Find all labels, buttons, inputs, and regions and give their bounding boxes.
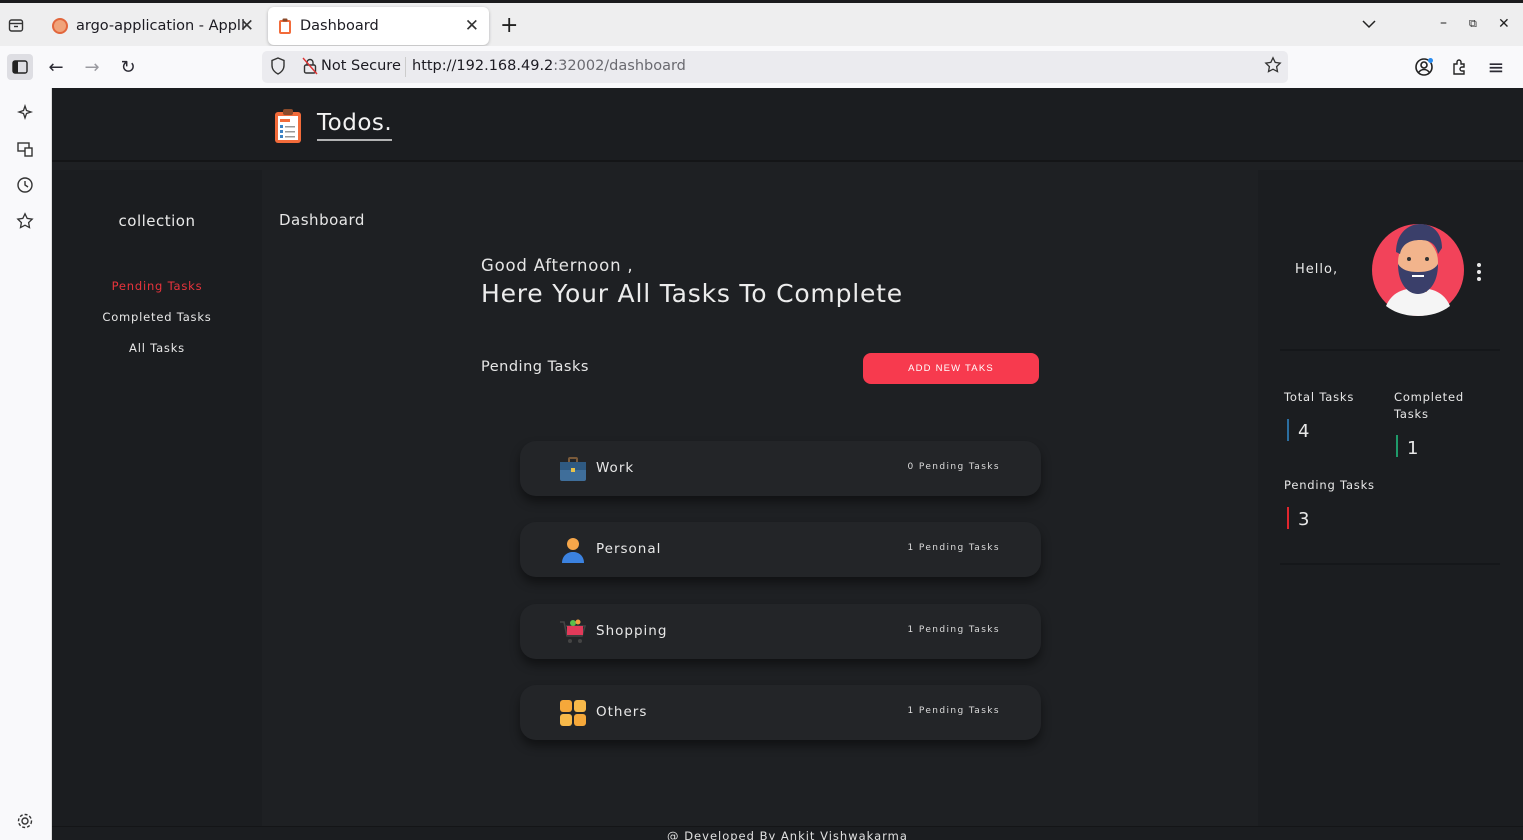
ai-sparkle-icon[interactable]	[14, 102, 36, 124]
pending-tasks-label: Pending Tasks	[1284, 478, 1375, 492]
url-divider	[405, 57, 406, 77]
category-pending-count: 1 Pending Tasks	[907, 543, 1000, 553]
panel-divider	[1280, 563, 1500, 565]
footer: @ Developed By Ankit Vishwakarma	[52, 826, 1523, 840]
footer-credit: @ Developed By Ankit Vishwakarma	[667, 829, 908, 840]
settings-gear-icon[interactable]	[14, 810, 36, 832]
avatar[interactable]	[1372, 220, 1465, 316]
completed-tasks-label: Completed Tasks	[1394, 390, 1464, 421]
extensions-icon[interactable]	[1448, 55, 1472, 79]
section-title: Pending Tasks	[481, 359, 589, 375]
category-card-shopping[interactable]: Shopping 1 Pending Tasks	[520, 604, 1041, 659]
hello-text: Hello,	[1295, 262, 1339, 277]
total-tasks-value: 4	[1298, 421, 1310, 442]
briefcase-icon	[559, 455, 587, 483]
total-tasks-bar	[1287, 419, 1289, 441]
greeting-text: Good Afternoon ,	[481, 256, 634, 275]
close-tab-icon[interactable]: ✕	[240, 16, 254, 36]
url-text[interactable]: http://192.168.49.2:32002/dashboard	[412, 58, 686, 74]
not-secure-label[interactable]: Not Secure	[321, 58, 401, 74]
completed-tasks-bar	[1396, 435, 1398, 457]
browser-nav-bar: ← → ↻ Not Secure http://192.168.49.2:320…	[0, 46, 1523, 88]
category-pending-count: 1 Pending Tasks	[907, 706, 1000, 716]
new-tab-icon[interactable]: +	[500, 15, 518, 37]
category-pending-count: 1 Pending Tasks	[907, 625, 1000, 635]
nav-completed-tasks[interactable]: Completed Tasks	[52, 310, 262, 324]
category-card-others[interactable]: Others 1 Pending Tasks	[520, 685, 1041, 740]
breadcrumb: Dashboard	[279, 211, 365, 229]
browser-tab-argo[interactable]: argo-application - Application Details ✕	[42, 7, 264, 45]
category-card-personal[interactable]: Personal 1 Pending Tasks	[520, 522, 1041, 577]
sidebar-toggle-icon[interactable]	[7, 54, 33, 80]
add-new-task-button[interactable]: ADD NEW TAKS	[863, 353, 1039, 384]
browser-tab-dashboard[interactable]: Dashboard ✕	[268, 7, 489, 45]
todo-favicon-icon	[278, 18, 292, 35]
panel-divider	[1280, 349, 1500, 351]
back-icon[interactable]: ←	[44, 55, 68, 79]
category-name: Others	[596, 704, 648, 720]
collection-title: collection	[118, 212, 196, 230]
todo-app: Todos. collection Pending Tasks Complete…	[52, 88, 1523, 840]
pending-tasks-value: 3	[1298, 509, 1310, 530]
url-host: http://192.168.49.2	[412, 58, 554, 74]
nav-all-tasks[interactable]: All Tasks	[52, 341, 262, 355]
browser-tab-bar: argo-application - Application Details ✕…	[0, 0, 1523, 46]
todo-clipboard-logo-icon	[274, 108, 302, 148]
category-name: Personal	[596, 541, 662, 557]
more-options-icon[interactable]	[1475, 262, 1483, 282]
category-name: Shopping	[596, 623, 668, 639]
tab-title: argo-application - Application Details	[76, 18, 246, 34]
argo-favicon-icon	[52, 18, 68, 34]
profile-panel: Hello, Total Tasks 4 Completed Tasks 1 P…	[1258, 170, 1523, 826]
tab-title: Dashboard	[300, 18, 379, 34]
minimize-icon[interactable]: –	[1440, 15, 1447, 31]
main-content: Dashboard Good Afternoon , Here Your All…	[262, 170, 1258, 826]
tab-overflow-chevron-icon[interactable]	[1362, 17, 1376, 33]
forward-icon[interactable]: →	[80, 55, 104, 79]
browser-sidebar	[0, 88, 52, 840]
logo-underline	[317, 139, 392, 141]
category-card-work[interactable]: Work 0 Pending Tasks	[520, 441, 1041, 496]
pending-tasks-bar	[1287, 507, 1289, 529]
close-tab-icon[interactable]: ✕	[465, 16, 479, 36]
completed-tasks-value: 1	[1407, 438, 1419, 459]
shopping-cart-icon	[559, 618, 587, 646]
tracking-shield-icon[interactable]	[270, 57, 286, 79]
bookmark-star-icon[interactable]	[1264, 56, 1282, 78]
menu-icon[interactable]: ≡	[1484, 55, 1508, 79]
app-logo-text[interactable]: Todos.	[317, 110, 392, 136]
bookmarks-star-icon[interactable]	[14, 210, 36, 232]
category-pending-count: 0 Pending Tasks	[907, 462, 1000, 472]
synced-tabs-icon[interactable]	[14, 138, 36, 160]
window-close-icon[interactable]: ✕	[1498, 16, 1510, 32]
person-icon	[559, 536, 587, 564]
history-clock-icon[interactable]	[14, 174, 36, 196]
reload-icon[interactable]: ↻	[116, 55, 140, 79]
url-bar[interactable]: Not Secure http://192.168.49.2:32002/das…	[262, 51, 1288, 83]
total-tasks-label: Total Tasks	[1284, 390, 1355, 404]
nav-pending-tasks[interactable]: Pending Tasks	[52, 279, 262, 293]
url-path: :32002/dashboard	[553, 58, 686, 74]
category-name: Work	[596, 460, 635, 476]
page-headline: Here Your All Tasks To Complete	[481, 279, 903, 308]
account-icon[interactable]	[1412, 55, 1436, 79]
tab-list-icon[interactable]	[4, 13, 28, 37]
collection-sidebar: collection Pending Tasks Completed Tasks…	[52, 170, 262, 826]
grid-icon	[559, 699, 587, 727]
restore-icon[interactable]: ⧉	[1469, 17, 1477, 31]
insecure-lock-icon[interactable]	[302, 57, 318, 79]
app-header: Todos.	[52, 88, 1523, 162]
